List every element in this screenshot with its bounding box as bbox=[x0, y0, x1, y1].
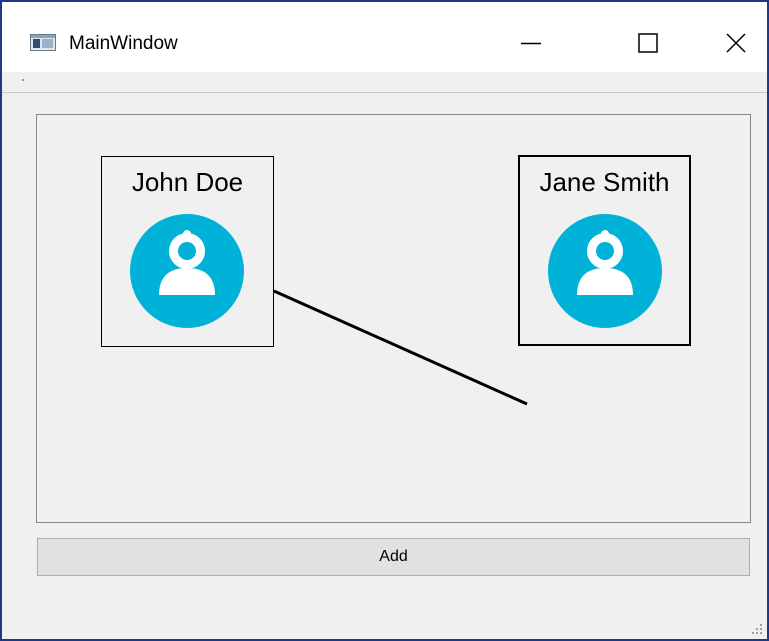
minimize-icon bbox=[521, 42, 541, 45]
maximize-button[interactable] bbox=[619, 18, 677, 68]
app-icon bbox=[30, 34, 56, 51]
user-avatar-icon bbox=[130, 214, 244, 328]
menu-bar bbox=[2, 72, 767, 93]
person-node-john-doe[interactable]: John Doe bbox=[101, 156, 274, 347]
title-bar[interactable]: MainWindow bbox=[2, 2, 767, 72]
user-avatar-icon bbox=[548, 214, 662, 328]
connection-line[interactable] bbox=[273, 289, 528, 406]
person-node-jane-smith[interactable]: Jane Smith bbox=[518, 155, 691, 346]
add-button[interactable]: Add bbox=[37, 538, 750, 576]
close-button[interactable] bbox=[707, 18, 765, 68]
person-name: John Doe bbox=[131, 167, 244, 197]
resize-grip-icon[interactable] bbox=[751, 623, 763, 635]
person-name: Jane Smith bbox=[539, 167, 670, 197]
window-title: MainWindow bbox=[69, 33, 178, 54]
maximize-icon bbox=[638, 33, 658, 53]
graph-view[interactable]: John Doe Jane Smith bbox=[36, 114, 751, 523]
main-window: MainWindow John Doe Jane Smith Add bbox=[0, 0, 769, 641]
minimize-button[interactable] bbox=[502, 18, 560, 68]
close-icon bbox=[726, 33, 746, 53]
